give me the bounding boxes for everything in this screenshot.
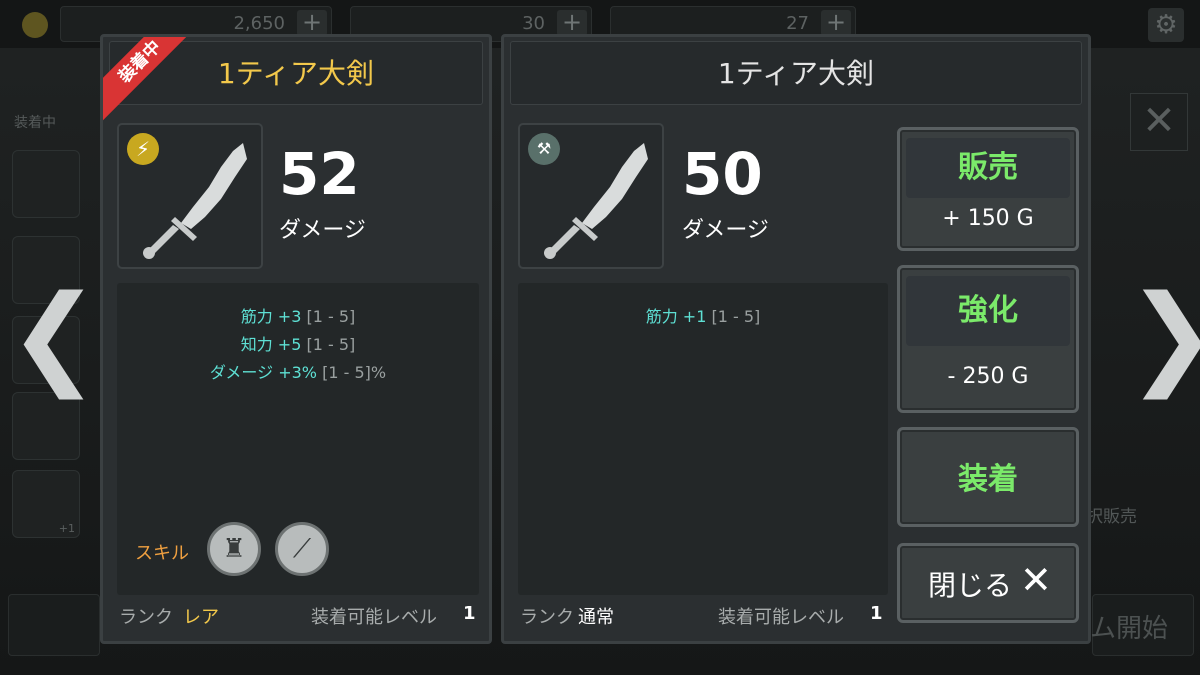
selected-damage-label: ダメージ [682, 218, 769, 243]
ring-count-badge: +1 [58, 522, 75, 535]
gold-amount: 2,650 [233, 13, 285, 34]
equip-label: 装着 [958, 462, 1018, 497]
enhance-label: 強化 [958, 293, 1018, 328]
sell-label: 販売 [958, 150, 1018, 185]
equip-button[interactable]: 装着 [897, 427, 1079, 527]
equipped-damage-value: 52 [279, 140, 360, 208]
selected-damage-value: 50 [682, 140, 763, 208]
bg-ring-slot: +1 [12, 470, 80, 538]
stat-row: 筋力 +1 [1 - 5] [518, 303, 888, 327]
equipped-damage-label: ダメージ [279, 218, 366, 243]
bg-empty-slot [12, 392, 80, 460]
stat-row: 知力 +5 [1 - 5] [117, 331, 479, 355]
bg-close-icon: ✕ [1130, 93, 1188, 151]
add-gems-button[interactable]: + [557, 10, 587, 36]
enhance-cost: - 250 G [947, 364, 1029, 389]
lightning-icon: ⚡ [127, 133, 159, 165]
enhance-button[interactable]: 強化 - 250 G [897, 265, 1079, 413]
selected-stats-area: 筋力 +1 [1 - 5] [518, 283, 888, 595]
stat-name: 筋力 +3 [240, 307, 302, 326]
prev-item-arrow[interactable]: ❮ [8, 280, 100, 390]
rank-value: 通常 [578, 607, 614, 628]
skill-label: スキル [135, 543, 189, 564]
bg-bottom-button-left [8, 594, 100, 656]
selected-item-title: 1ティア大剣 [510, 41, 1082, 105]
close-icon: ✕ [1020, 558, 1052, 602]
required-level-label: 装着可能レベル [718, 607, 844, 628]
anvil-icon: ⚒ [528, 133, 560, 165]
rank-label: ランク [119, 607, 173, 628]
sell-button[interactable]: 販売 + 150 G [897, 127, 1079, 251]
sell-price: + 150 G [942, 206, 1034, 231]
stat-name: 知力 +5 [240, 335, 302, 354]
slash-skill-icon[interactable]: ⟋ [275, 522, 329, 576]
close-label: 閉じる [928, 569, 1013, 602]
sell-button-top: 販売 [906, 138, 1070, 198]
castle-skill-icon[interactable]: ♜ [207, 522, 261, 576]
add-gold-button[interactable]: + [297, 10, 327, 36]
stat-name: ダメージ +3% [209, 363, 317, 382]
selected-item-panel: 1ティア大剣 ⚒ 50 ダメージ 筋力 +1 [1 - 5] ランク 通常 装着… [501, 34, 1091, 644]
stat-range: [1 - 5] [711, 307, 761, 326]
settings-gear-icon[interactable]: ⚙ [1148, 8, 1184, 42]
close-button[interactable]: 閉じる ✕ [897, 543, 1079, 623]
bg-equipped-label: 装着中 [14, 115, 56, 131]
bg-select-sell-label: 択販売 [1086, 507, 1137, 527]
required-level-label: 装着可能レベル [311, 607, 437, 628]
ticket-amount: 27 [786, 13, 809, 34]
rank-value: レア [183, 607, 219, 628]
stat-name: 筋力 +1 [645, 307, 707, 326]
gem-amount: 30 [522, 13, 545, 34]
stat-range: [1 - 5]% [322, 363, 387, 382]
stat-row: 筋力 +3 [1 - 5] [117, 303, 479, 327]
enhance-button-top: 強化 [906, 276, 1070, 346]
bg-weapon-slot [12, 150, 80, 218]
equipped-item-panel: 1ティア大剣 装着中 ⚡ 52 ダメージ 筋力 +3 [1 - 5] 知力 +5… [100, 34, 492, 644]
next-item-arrow[interactable]: ❯ [1126, 280, 1200, 390]
stat-row: ダメージ +3% [1 - 5]% [117, 359, 479, 383]
required-level-value: 1 [870, 603, 883, 624]
bg-start-label: ム開始 [1090, 614, 1169, 644]
required-level-value: 1 [463, 603, 476, 624]
stat-range: [1 - 5] [306, 335, 356, 354]
stat-range: [1 - 5] [306, 307, 356, 326]
rank-label: ランク [520, 607, 574, 628]
equipped-item-footer: ランク レア 装着可能レベル 1 [103, 597, 489, 633]
add-tickets-button[interactable]: + [821, 10, 851, 36]
selected-item-icon-box: ⚒ [518, 123, 664, 269]
equipped-item-icon-box: ⚡ [117, 123, 263, 269]
gold-coin-icon [22, 12, 48, 38]
